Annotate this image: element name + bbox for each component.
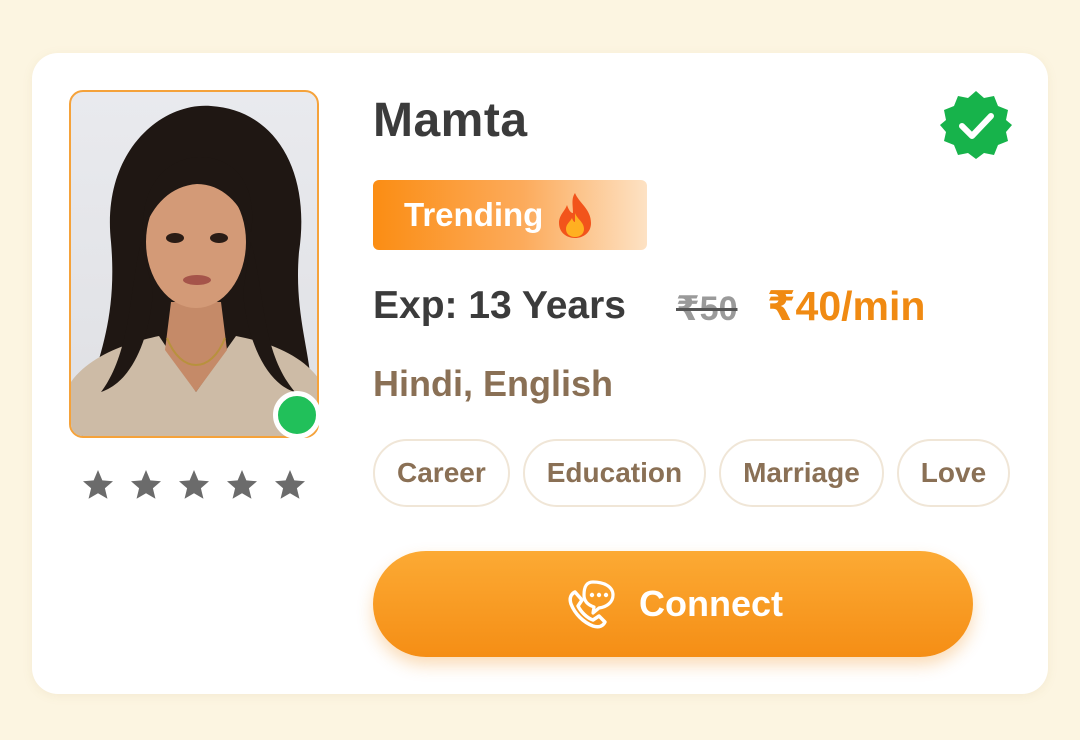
astrologer-name: Mamta <box>373 94 528 147</box>
star-icon <box>227 470 257 499</box>
languages-text: Hindi, English <box>373 363 613 404</box>
star-icon <box>275 470 305 499</box>
expertise-tags-scroller[interactable]: Career Education Marriage Love <box>373 439 1011 509</box>
astrologer-card[interactable]: Mamta Trending Exp: 13 Years ₹50 ₹40/min… <box>32 53 1048 694</box>
call-chat-icon <box>568 580 615 629</box>
current-price: ₹40/min <box>767 283 926 329</box>
trending-label: Trending <box>404 196 544 233</box>
connect-button[interactable]: Connect <box>373 551 973 657</box>
trending-badge: Trending <box>373 180 647 250</box>
tag-career[interactable]: Career <box>373 439 510 507</box>
online-status-indicator <box>273 391 321 439</box>
tag-education[interactable]: Education <box>522 439 707 507</box>
star-icon <box>131 470 161 499</box>
tag-marriage[interactable]: Marriage <box>719 439 884 507</box>
tag-love[interactable]: Love <box>896 439 1011 507</box>
flame-icon <box>559 193 592 238</box>
rating-stars <box>80 467 308 503</box>
experience-text: Exp: 13 Years <box>373 284 626 327</box>
verified-badge-icon <box>940 91 1012 159</box>
connect-label: Connect <box>639 583 783 624</box>
original-price: ₹50 <box>676 290 738 328</box>
star-icon <box>179 470 209 499</box>
profile-photo[interactable] <box>69 90 319 438</box>
star-icon <box>83 470 113 499</box>
